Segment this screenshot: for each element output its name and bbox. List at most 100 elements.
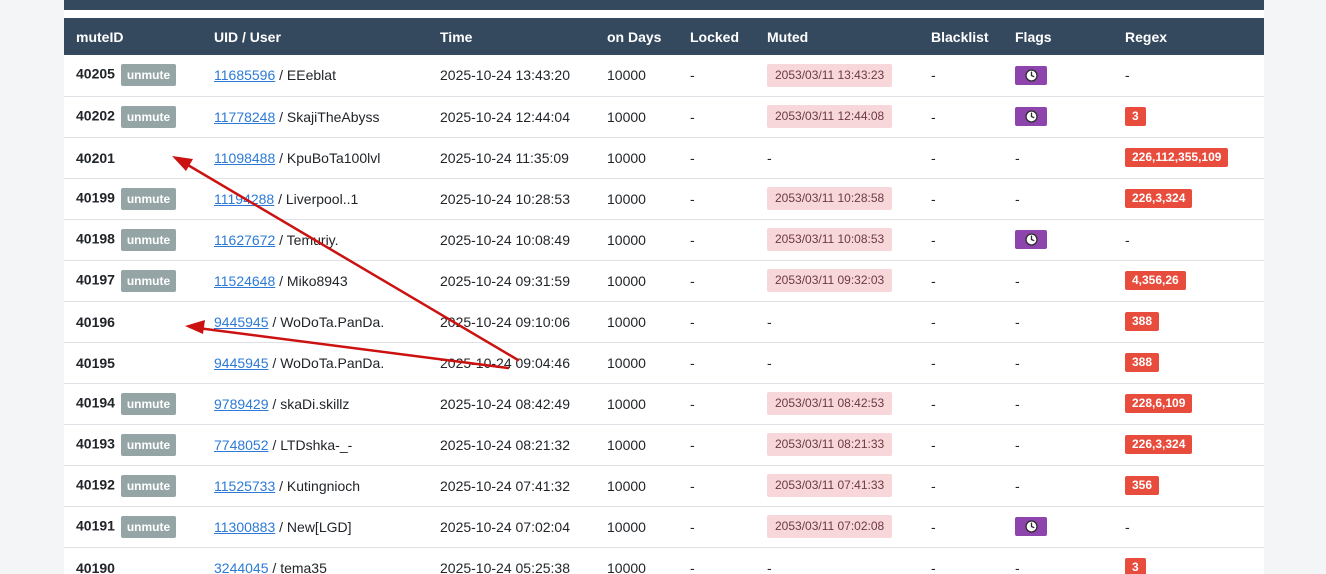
cell-time: 2025-10-24 08:42:49 [440, 395, 570, 412]
cell-locked: - [690, 559, 695, 574]
cell-time: 2025-10-24 09:31:59 [440, 272, 570, 289]
uid-user-separator: / [275, 149, 287, 166]
cell-locked: - [690, 395, 695, 412]
table-row: 40202 unmute 11778248 / SkajiTheAbyss 2025… [64, 96, 1264, 137]
unmute-button[interactable]: unmute [120, 474, 177, 497]
cell-muteid: 40198 unmute [64, 219, 202, 260]
cell-muted: 2053/03/11 13:43:23 [755, 55, 919, 96]
cell-user: 9445945 / WoDoTa.PanDa. [202, 301, 428, 342]
uid-user-separator: / [268, 395, 281, 412]
unmute-button[interactable]: unmute [120, 433, 177, 456]
regex-badge: 3 [1125, 107, 1146, 126]
cell-time: 2025-10-24 10:08:49 [440, 231, 570, 248]
uid-link[interactable]: 11778248 [214, 109, 275, 125]
unmute-button[interactable]: unmute [120, 515, 177, 538]
regex-badge: 226,3,324 [1125, 435, 1193, 454]
username: EEeblat [286, 67, 336, 84]
regex-badge: 3 [1125, 558, 1146, 574]
username: WoDoTa.PanDa. [280, 354, 385, 371]
cell-regex: 3 [1113, 96, 1264, 137]
header-blacklist[interactable]: Blacklist [919, 18, 1003, 55]
uid-link[interactable]: 11685596 [214, 67, 275, 83]
uid-link[interactable]: 9445945 [214, 355, 269, 371]
cell-regex: 356 [1113, 465, 1264, 506]
header-time[interactable]: Time [428, 18, 595, 55]
cell-days: 10000 [607, 395, 646, 412]
uid-user-separator: / [275, 518, 287, 535]
username: Kutingnioch [286, 477, 361, 494]
uid-user-separator: / [275, 477, 287, 494]
unmute-button[interactable]: unmute [120, 105, 177, 128]
table-body: 40205 unmute 11685596 / EEeblat 2025-10-24… [64, 55, 1264, 574]
cell-days: 10000 [607, 108, 646, 125]
uid-link[interactable]: 9445945 [214, 314, 269, 330]
cell-locked: - [690, 354, 695, 371]
cell-muted: 2053/03/11 10:28:58 [755, 178, 919, 219]
cell-blacklist: - [931, 313, 936, 330]
table-row: 40199 unmute 11194288 / Liverpool..1 2025-… [64, 178, 1264, 219]
cell-blacklist: - [931, 477, 936, 494]
muted-until-badge: 2053/03/11 07:41:33 [767, 474, 893, 497]
uid-link[interactable]: 3244045 [214, 560, 269, 574]
cell-time: 2025-10-24 11:35:09 [440, 149, 569, 166]
cell-days: 10000 [607, 559, 646, 574]
cell-flags: - [1015, 395, 1020, 412]
cell-user: 11300883 / New[LGD] [202, 506, 428, 547]
header-days[interactable]: on Days [595, 18, 678, 55]
table-row: 40198 unmute 11627672 / Temuriy. 2025-10-2… [64, 219, 1264, 260]
uid-link[interactable]: 11525733 [214, 478, 275, 494]
unmute-button[interactable]: unmute [120, 392, 177, 415]
cell-regex: 226,3,324 [1113, 178, 1264, 219]
uid-user-separator: / [268, 313, 281, 330]
unmute-button[interactable]: unmute [120, 64, 177, 87]
cell-muteid: 40193 unmute [64, 424, 202, 465]
cell-user: 11627672 / Temuriy. [202, 219, 428, 260]
uid-link[interactable]: 9789429 [214, 396, 269, 412]
cell-muteid: 40199 unmute [64, 178, 202, 219]
cell-days: 10000 [607, 477, 646, 494]
cell-blacklist: - [931, 108, 936, 125]
cell-regex: 3 [1113, 547, 1264, 574]
uid-link[interactable]: 11524648 [214, 273, 275, 289]
unmute-button[interactable]: unmute [120, 269, 177, 292]
header-regex[interactable]: Regex [1113, 18, 1264, 55]
cell-regex: - [1125, 518, 1130, 535]
header-muted[interactable]: Muted [755, 18, 919, 55]
unmute-button[interactable]: unmute [120, 187, 177, 210]
regex-badge: 228,6,109 [1125, 394, 1193, 413]
header-muteid[interactable]: muteID [64, 18, 202, 55]
uid-user-separator: / [268, 436, 281, 453]
cell-time: 2025-10-24 05:25:38 [440, 559, 570, 574]
cell-muteid: 40192 unmute [64, 465, 202, 506]
unmute-button[interactable]: unmute [120, 228, 177, 251]
username: Miko8943 [286, 272, 348, 289]
cell-muteid: 40196 [64, 301, 202, 342]
cell-blacklist: - [931, 190, 936, 207]
uid-link[interactable]: 11194288 [214, 191, 274, 207]
clock-icon [1015, 230, 1047, 249]
uid-link[interactable]: 11098488 [214, 150, 275, 166]
uid-link[interactable]: 7748052 [214, 437, 269, 453]
cell-days: 10000 [607, 518, 646, 535]
cell-locked: - [690, 67, 695, 84]
cell-time: 2025-10-24 07:02:04 [440, 518, 570, 535]
header-flags[interactable]: Flags [1003, 18, 1113, 55]
cell-user: 11524648 / Miko8943 [202, 260, 428, 301]
mutes-table: muteID UID / User Time on Days Locked Mu… [64, 18, 1264, 574]
mute-id: 40205 [76, 65, 115, 82]
regex-badge: 4,356,26 [1125, 271, 1186, 290]
uid-link[interactable]: 11300883 [214, 519, 275, 535]
mutes-panel: muteID UID / User Time on Days Locked Mu… [64, 0, 1264, 574]
header-user[interactable]: UID / User [202, 18, 428, 55]
uid-user-separator: / [275, 231, 287, 248]
uid-link[interactable]: 11627672 [214, 232, 275, 248]
cell-muteid: 40205 unmute [64, 55, 202, 96]
header-locked[interactable]: Locked [678, 18, 755, 55]
cell-user: 9445945 / WoDoTa.PanDa. [202, 342, 428, 383]
cell-flags [1003, 55, 1113, 96]
muted-until-badge: 2053/03/11 13:43:23 [767, 63, 893, 87]
cell-muted: 2053/03/11 08:21:33 [755, 424, 919, 465]
mute-id: 40196 [76, 313, 115, 330]
regex-badge: 226,3,324 [1125, 189, 1193, 208]
cell-muted: 2053/03/11 09:32:03 [755, 260, 919, 301]
